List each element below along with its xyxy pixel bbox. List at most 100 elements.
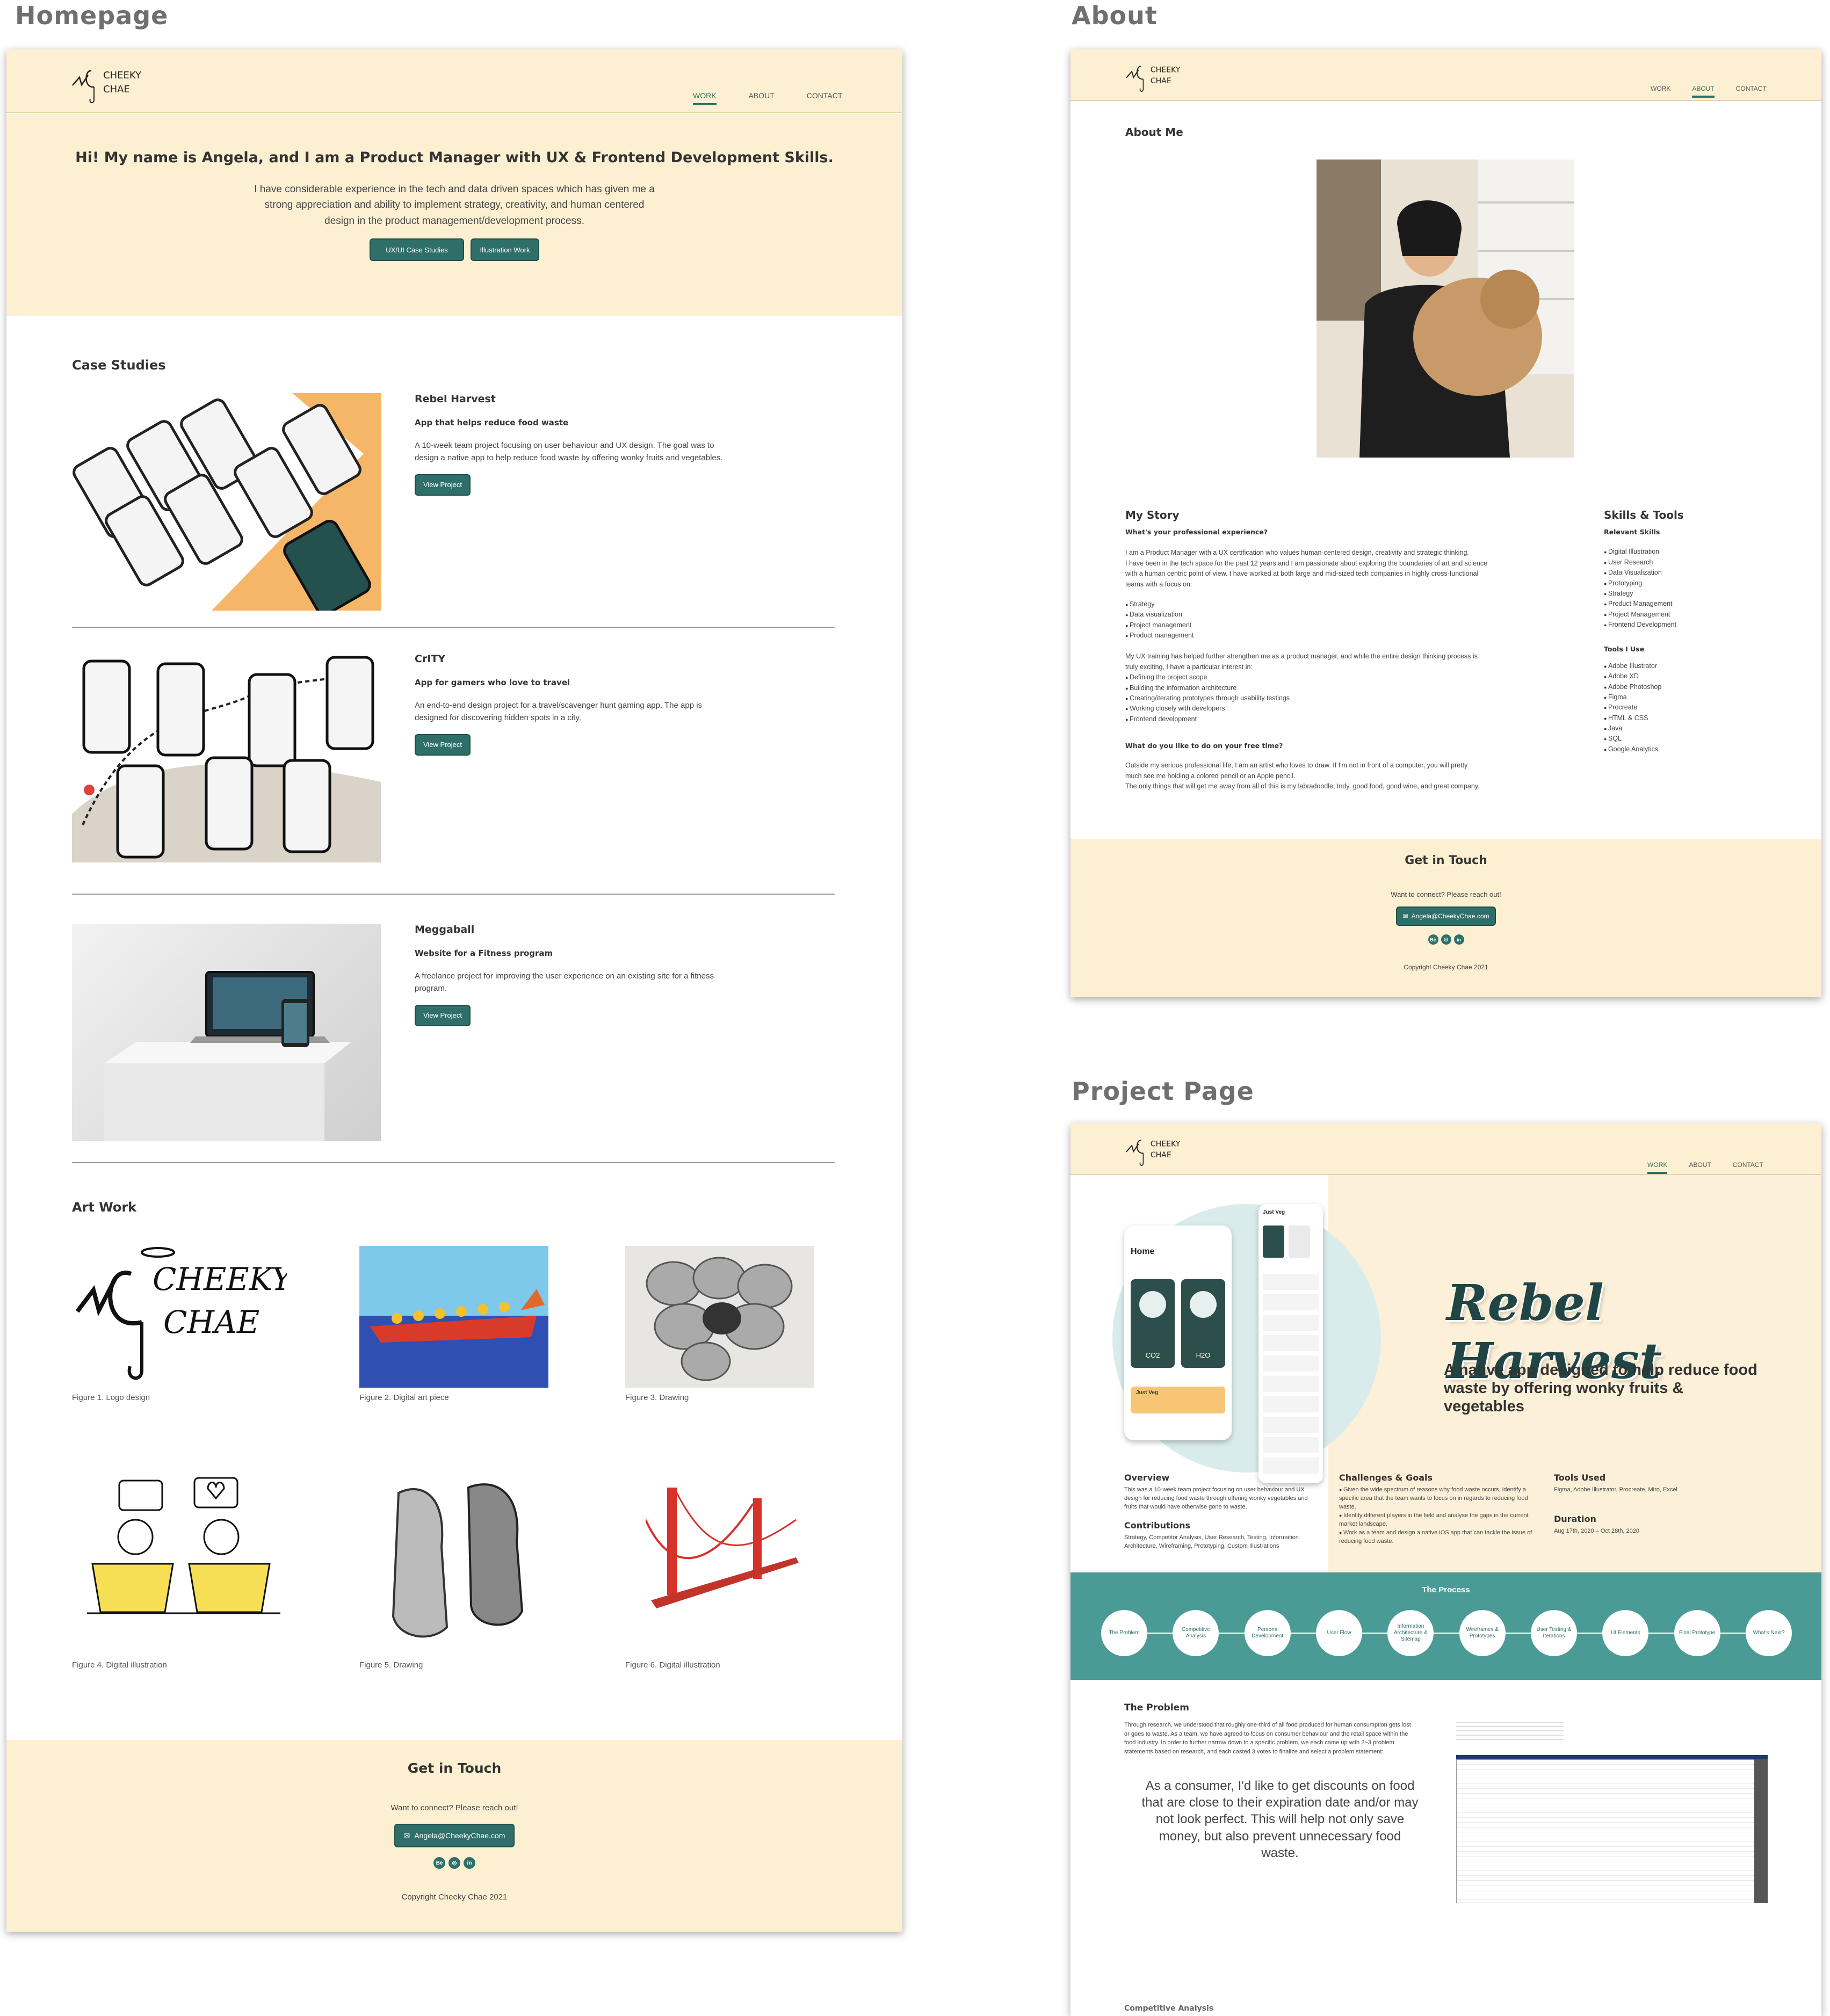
nav-contact[interactable]: CONTACT: [1733, 1161, 1763, 1174]
process-step[interactable]: The Problem: [1101, 1610, 1147, 1656]
list-screen-mockup: Just Veg: [1258, 1204, 1323, 1483]
social-links: Bē ◎ in: [1070, 934, 1821, 945]
logo[interactable]: CHEEKY CHAE: [1124, 1132, 1183, 1170]
figure-caption: Figure 4. Digital illustration: [72, 1660, 167, 1670]
email-button[interactable]: ✉ Angela@CheekyChae.com: [394, 1824, 515, 1847]
behance-icon[interactable]: Bē: [1428, 934, 1438, 945]
skills-list: Digital IllustrationUser ResearchData Vi…: [1604, 547, 1786, 630]
process-step[interactable]: Competitive Analysis: [1173, 1610, 1219, 1656]
process-step[interactable]: UI Elements: [1602, 1610, 1649, 1656]
behance-icon[interactable]: Bē: [433, 1857, 445, 1869]
case-studies-button[interactable]: UX/UI Case Studies: [370, 238, 464, 261]
project-desc: A freelance project for improving the us…: [415, 971, 714, 994]
svg-text:CHEEKY: CHEEKY: [1151, 66, 1181, 75]
process-step[interactable]: Information Architecture & Sitemap: [1387, 1610, 1434, 1656]
profile-photo: [1317, 159, 1574, 458]
site-header: CHEEKY CHAE WORK ABOUT CONTACT: [6, 49, 902, 113]
overview-column: Overview This was a 10-week team project…: [1124, 1473, 1308, 1550]
figure-5-drawing-image[interactable]: [377, 1471, 538, 1643]
figure-1-logo-image[interactable]: CHEEKY CHAE: [72, 1242, 287, 1384]
contact-title: Get in Touch: [1405, 854, 1487, 867]
art-work-title: Art Work: [72, 1200, 137, 1215]
story-title: My Story: [1125, 509, 1180, 521]
rebel-harvest-thumbnail[interactable]: [72, 393, 381, 611]
figure-3-drawing-image[interactable]: [625, 1246, 814, 1388]
mail-icon: ✉: [1402, 912, 1408, 920]
process-step[interactable]: Wireframes & Prototypes: [1459, 1610, 1506, 1656]
svg-text:CHAE: CHAE: [103, 84, 130, 95]
project-2-info: CrITY App for gamers who love to travel …: [415, 653, 791, 756]
project-3-info: Meggaball Website for a Fitness program …: [415, 924, 791, 1026]
linkedin-icon[interactable]: in: [1453, 934, 1464, 945]
svg-text:CHAE: CHAE: [163, 1304, 259, 1340]
project-title: Rebel Harvest: [415, 393, 496, 405]
question-1: What's your professional experience?: [1125, 528, 1268, 536]
h2o-card: H2O: [1181, 1279, 1225, 1368]
project-1-info: Rebel Harvest App that helps reduce food…: [415, 393, 791, 496]
svg-text:CHEEKY: CHEEKY: [103, 70, 142, 81]
nav-about[interactable]: ABOUT: [1689, 1161, 1711, 1174]
case-studies-title: Case Studies: [72, 358, 166, 373]
project-title: CrITY: [415, 653, 446, 665]
app-home-title: Home: [1131, 1247, 1155, 1256]
skills-title: Skills & Tools: [1604, 509, 1684, 521]
problem-title: The Problem: [1124, 1702, 1189, 1713]
co2-card: CO2: [1131, 1279, 1175, 1368]
logo[interactable]: CHEEKY CHAE: [1124, 58, 1183, 96]
site-header: CHEEKY CHAE WORK ABOUT CONTACT: [1070, 49, 1821, 101]
process-step[interactable]: Final Prototype: [1674, 1610, 1720, 1656]
view-project-button[interactable]: View Project: [415, 474, 471, 496]
home-screen-mockup: Home CO2 H2O Just Veg: [1124, 1225, 1232, 1440]
nav-contact[interactable]: CONTACT: [807, 91, 843, 105]
nav-work[interactable]: WORK: [693, 91, 717, 105]
linkedin-icon[interactable]: in: [464, 1857, 475, 1869]
question-2: What do you like to do on your free time…: [1125, 742, 1283, 750]
nav-contact[interactable]: CONTACT: [1736, 85, 1767, 98]
view-project-button[interactable]: View Project: [415, 734, 471, 756]
figure-4-illustration-image[interactable]: [87, 1467, 280, 1618]
project-tagline: A native app designed to help reduce foo…: [1444, 1361, 1757, 1416]
figure-2-art-image[interactable]: [359, 1246, 548, 1388]
process-line: [1124, 1633, 1769, 1634]
instagram-icon[interactable]: ◎: [1441, 934, 1451, 945]
email-button[interactable]: ✉ Angela@CheekyChae.com: [1396, 907, 1496, 926]
problem-statement-spreadsheet: [1456, 1718, 1768, 1906]
process-step[interactable]: User Testing & Iterations: [1531, 1610, 1577, 1656]
divider: [72, 627, 835, 628]
about-frame: CHEEKY CHAE WORK ABOUT CONTACT About Me …: [1070, 49, 1821, 997]
figure-caption: Figure 3. Drawing: [625, 1393, 689, 1402]
my-story: My Story What's your professional experi…: [1125, 507, 1555, 792]
nav-work[interactable]: WORK: [1647, 1161, 1668, 1174]
logo[interactable]: CHEEKY CHAE: [70, 61, 145, 107]
email-label: Angela@CheekyChae.com: [414, 1831, 505, 1840]
view-project-button[interactable]: View Project: [415, 1004, 471, 1026]
figure-6-illustration-image[interactable]: [646, 1482, 801, 1627]
illustration-work-button[interactable]: Illustration Work: [471, 238, 539, 261]
site-header: CHEEKY CHAE WORK ABOUT CONTACT: [1070, 1123, 1821, 1175]
project-desc: A 10-week team project focusing on user …: [415, 441, 723, 463]
competitive-analysis-title: Competitive Analysis: [1124, 2004, 1214, 2013]
project-page-label: Project Page: [1072, 1077, 1254, 1106]
crity-thumbnail[interactable]: [72, 653, 381, 862]
figure-caption: Figure 1. Logo design: [72, 1393, 150, 1402]
figure-caption: Figure 5. Drawing: [359, 1660, 423, 1670]
svg-text:CHAE: CHAE: [1151, 1151, 1171, 1159]
nav-about[interactable]: ABOUT: [1692, 85, 1715, 98]
project-subtitle: Website for a Fitness program: [415, 948, 553, 958]
email-label: Angela@CheekyChae.com: [1411, 912, 1489, 920]
project-desc: An end-to-end design project for a trave…: [415, 701, 703, 723]
about-me-title: About Me: [1125, 126, 1183, 139]
focus-list: StrategyData visualizationProject manage…: [1125, 599, 1555, 641]
contact-footer: Get in Touch Want to connect? Please rea…: [1070, 839, 1821, 997]
process-step[interactable]: What's Next?: [1746, 1610, 1792, 1656]
process-step[interactable]: User Flow: [1316, 1610, 1362, 1656]
divider: [72, 1162, 835, 1163]
problem-quote: As a consumer, I'd like to get discounts…: [1141, 1779, 1419, 1860]
instagram-icon[interactable]: ◎: [449, 1857, 460, 1869]
meggaball-thumbnail[interactable]: [72, 924, 381, 1141]
challenges-column: Challenges & Goals Given the wide spectr…: [1339, 1471, 1532, 1546]
nav-about[interactable]: ABOUT: [749, 91, 775, 105]
paragraph-3: Outside my serious professional life, I …: [1125, 762, 1480, 791]
nav-work[interactable]: WORK: [1651, 85, 1670, 98]
process-step[interactable]: Persona Development: [1244, 1610, 1291, 1656]
